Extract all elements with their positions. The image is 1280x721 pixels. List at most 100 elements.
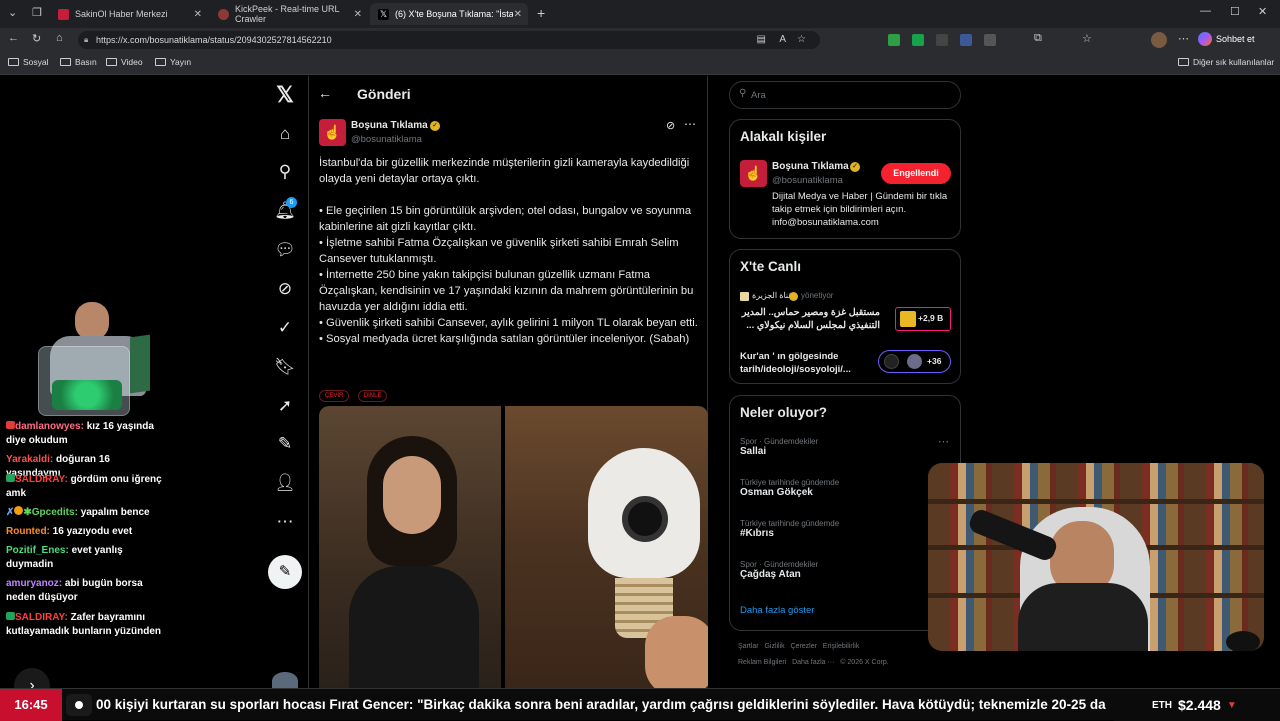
post-line: • İşletme sahibi Fatma Özçalışkan ve güv… [319,237,679,265]
grok-explain-icon[interactable]: ⊘ [666,119,675,132]
tab-sakinol[interactable]: SakinOl Haber Merkezi ✕ [50,3,208,25]
chat-user: Pozitif_Enes: [6,545,69,556]
chat-button-label: Sohbet et [1216,34,1255,44]
footer-links[interactable]: Reklam Bilgileri Daha fazla ··· © 2026 X… [738,659,889,666]
bookmark-folder[interactable]: Basın [60,57,97,67]
chat-text: 16 yazıyodu evet [52,526,133,537]
url-field[interactable]: 🔒︎ https://x.com/bosunatiklama/status/20… [78,31,820,49]
close-tab-icon[interactable]: ✕ [354,9,362,20]
badge-icon: ✱ [23,507,32,518]
x-logo-icon[interactable]: 𝕏 [274,82,296,107]
tab-label: (6) X'te Boşuna Tıklama: "İstanbul' [395,9,513,19]
tab-kickpeek[interactable]: KickPeek - Real-time URL Crawler ✕ [210,3,368,25]
bookmark-folder[interactable]: Video [106,57,143,67]
grok-icon[interactable]: ⊘ [274,278,296,300]
favorite-star-icon[interactable]: ☆ [797,31,806,49]
x-logo-icon: 𝕏 [378,8,389,20]
bookmark-folder[interactable]: Yayın [155,57,191,67]
more-menu-icon[interactable]: ⋯ [1178,32,1189,45]
extension-icon[interactable] [960,34,972,46]
more-icon[interactable]: ⋯ [274,511,296,533]
messages-icon[interactable]: 💬︎ [274,239,296,261]
extension-icon[interactable] [888,34,900,46]
related-people-card: Alakalı kişiler ☝ Boşuna Tıklama ✓ @bosu… [729,119,961,239]
post-line: • Sosyal medyada ücret karşılığında satı… [319,333,690,345]
tab-x-post[interactable]: 𝕏 (6) X'te Boşuna Tıklama: "İstanbul' ✕ [370,3,528,25]
post-more-icon[interactable]: ⋯ [684,117,696,131]
home-icon[interactable]: ⌂ [274,123,296,145]
maximize-icon[interactable]: ☐ [1230,5,1240,18]
live-dot-icon [75,701,83,709]
shelf-shape [928,499,1264,504]
home-icon[interactable]: ⌂ [56,32,63,44]
extension-icon[interactable] [912,34,924,46]
trend-item[interactable]: Türkiye tarihinde gündemde #Kıbrıs [740,519,839,539]
chat-message: ✗ ✱Gpcedits: yapalım bence [6,506,166,520]
chat-message: SALDIRAY: gördüm onu iğrenç amk [6,473,166,501]
tab-list-icon[interactable]: ⌄ [8,6,17,19]
post-line: • Güvenlik şirketi sahibi Cansever, aylı… [319,317,698,329]
folder-icon [106,58,117,66]
articles-icon[interactable]: ✎ [274,433,296,455]
business-icon[interactable]: ➚ [274,395,296,417]
badge-icon: ✗ [6,507,15,518]
live-listeners-badge[interactable]: +2,9 B [895,307,951,331]
chat-message: damlanowyes: kız 16 yaşında diye okudum [6,420,166,448]
other-bookmarks[interactable]: Diğer sık kullanılanlar [1178,57,1274,67]
live-listeners-badge[interactable]: +36 [878,350,951,373]
post-line: • İnternette 250 bine yakın takipçisi bu… [319,269,694,313]
compose-post-button[interactable]: ✎ [268,555,302,589]
blocked-button[interactable]: Engellendi [881,163,951,184]
profile-avatar[interactable] [1151,32,1167,48]
favorites-icon[interactable]: ☆ [1082,32,1092,45]
post-image-bulb-camera[interactable] [505,406,708,688]
trend-item[interactable]: Spor · Gündemdekiler Sallai [740,437,818,457]
extension-icon[interactable] [936,34,948,46]
show-more-link[interactable]: Daha fazla göster [740,605,814,616]
bookmarks-icon[interactable]: 🔖︎ [274,356,296,378]
reload-icon[interactable]: ↻ [32,32,41,45]
post-image-woman[interactable] [319,406,501,688]
reader-icon[interactable]: ▤ [757,31,766,49]
close-window-icon[interactable]: ✕ [1258,5,1267,18]
related-name[interactable]: Boşuna Tıklama [772,161,849,172]
lock-icon: 🔒︎ [84,35,89,44]
trend-item[interactable]: Türkiye tarihinde gündemde Osman Gökçek [740,478,839,498]
listen-pill[interactable]: DİNLE [357,390,388,402]
minimize-icon[interactable]: — [1200,5,1211,17]
live-item-text[interactable]: مستقبل غزة ومصير حماس.. المدير التنفيذي … [740,306,880,332]
explore-search-icon[interactable]: ⚲ [274,161,296,183]
new-tab-icon[interactable]: + [537,5,545,21]
close-tab-icon[interactable]: ✕ [514,9,522,20]
live-source[interactable]: قناة الجزيرة [752,291,792,300]
author-avatar[interactable]: ☝ [319,119,346,146]
bookmark-folder[interactable]: Sosyal [8,57,49,67]
author-name[interactable]: Boşuna Tıklama [351,120,428,131]
back-arrow-icon[interactable]: ← [318,85,332,101]
extension-icon[interactable] [984,34,996,46]
trend-more-icon[interactable]: ⋯ [938,435,949,448]
search-input[interactable]: ⚲ Ara [729,81,961,109]
trend-item[interactable]: Spor · Gündemdekiler Çağdaş Atan [740,560,818,580]
card-title: Alakalı kişiler [740,129,827,144]
chat-user: damlanowyes: [15,421,84,432]
favicon-icon [58,8,69,20]
close-tab-icon[interactable]: ✕ [194,9,202,20]
footer-links[interactable]: Şartlar Gizlilik Çerezler Erişilebilirli… [738,643,859,650]
copilot-chat-button[interactable]: Sohbet et [1198,32,1255,46]
translate-pill[interactable]: ÇEVİR [319,390,350,402]
extensions-puzzle-icon[interactable]: ⧉ [1034,32,1042,45]
post-text: İstanbul'da bir güzellik merkezinde müşt… [319,155,699,347]
profile-icon[interactable]: 👤︎ [274,472,296,494]
chat-user: SALDIRAY: [15,612,68,623]
back-icon[interactable]: ← [8,32,19,44]
read-aloud-icon[interactable]: A [779,31,786,49]
chat-user: amuryanoz: [6,578,63,589]
premium-icon[interactable]: ✓ [274,317,296,339]
live-item-text[interactable]: Kur'an ' ın gölgesinde tarih/ideoloji/so… [740,350,875,376]
avatar[interactable]: ☝ [740,160,767,187]
workspaces-icon[interactable]: ❐ [32,6,42,19]
verified-badge-icon: ✓ [850,162,860,172]
chat-user: Gpcedits: [31,507,78,518]
notifications-bell-icon[interactable]: 🔔︎ 6 [274,197,297,222]
